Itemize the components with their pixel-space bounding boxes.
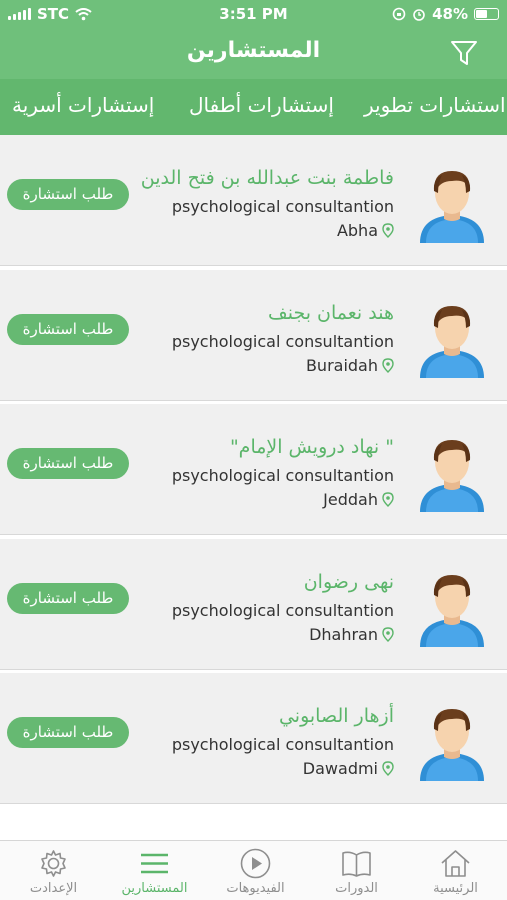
consultant-specialty: psychological consultantion xyxy=(171,735,394,754)
tabbar-consultants[interactable]: المستشارين xyxy=(104,841,205,900)
tab-child-consultations[interactable]: إستشارات أطفال xyxy=(189,93,334,117)
consultant-location: Dawadmi xyxy=(303,759,394,778)
consultant-location: Abha xyxy=(337,221,394,240)
battery-label: 48% xyxy=(432,5,468,23)
tab-family-consultations[interactable]: إستشارات أسرية xyxy=(12,93,154,117)
tabbar-courses-label: الدورات xyxy=(335,881,378,896)
consultant-name: هند نعمان بجنف xyxy=(268,301,394,324)
consultant-card[interactable]: فاطمة بنت عبدالله بن فتح الدين psycholog… xyxy=(0,135,507,266)
battery-icon xyxy=(474,8,499,20)
consultant-card[interactable]: أزهار الصابوني psychological consultanti… xyxy=(0,673,507,804)
avatar-icon xyxy=(420,574,484,647)
city-label: Jeddah xyxy=(323,490,378,509)
city-label: Buraidah xyxy=(305,355,378,375)
avatar-icon xyxy=(420,171,484,243)
tab-development-consultations[interactable]: استشارات تطوير xyxy=(364,93,506,117)
rotation-lock-icon xyxy=(392,7,406,21)
bottom-tab-bar: الإعدادت المستشارين الفيديوهات الدورات ا… xyxy=(0,840,507,900)
header: STC 3:51 PM 48% المستشارين xyxy=(0,0,507,79)
home-icon xyxy=(441,850,470,877)
avatar-icon xyxy=(420,305,484,378)
tabbar-consultants-label: المستشارين xyxy=(121,881,188,896)
consultant-name: أزهار الصابوني xyxy=(278,705,394,727)
category-tabs: إستشارات أسرية إستشارات أطفال استشارات ت… xyxy=(0,79,507,135)
tabbar-courses[interactable]: الدورات xyxy=(306,841,407,900)
tabbar-settings[interactable]: الإعدادت xyxy=(3,841,104,900)
location-pin-icon xyxy=(382,223,394,238)
tabbar-home[interactable]: الرئيسية xyxy=(405,841,506,900)
location-pin-icon xyxy=(382,357,394,373)
filter-icon[interactable] xyxy=(449,38,479,68)
consultant-card[interactable]: " نهاد درويش الإمام" psychological consu… xyxy=(0,404,507,535)
consultant-specialty: psychological consultantion xyxy=(171,466,394,485)
tabbar-home-label: الرئيسية xyxy=(433,881,478,896)
request-consultation-button[interactable]: طلب استشارة xyxy=(7,448,129,479)
consultant-location: Buraidah xyxy=(306,356,394,375)
consultant-specialty: psychological consultantion xyxy=(171,600,394,620)
consultant-location: Dhahran xyxy=(309,625,394,644)
city-label: Dhahran xyxy=(309,624,378,644)
tabbar-settings-label: الإعدادت xyxy=(29,881,78,896)
consultant-list: فاطمة بنت عبدالله بن فتح الدين psycholog… xyxy=(0,135,507,805)
consultant-specialty: psychological consultantion xyxy=(171,197,394,216)
consultant-location: Jeddah xyxy=(323,490,394,509)
location-pin-icon xyxy=(382,626,394,642)
consultant-name: " نهاد درويش الإمام" xyxy=(229,436,394,458)
consultant-name: فاطمة بنت عبدالله بن فتح الدين xyxy=(140,167,394,189)
request-consultation-button[interactable]: طلب استشارة xyxy=(7,582,129,614)
consultant-card[interactable]: نهى رضوان psychological consultantion Dh… xyxy=(0,538,507,670)
city-label: Abha xyxy=(336,221,378,240)
location-pin-icon xyxy=(382,492,394,507)
page-title: المستشارين xyxy=(186,38,321,63)
request-consultation-button[interactable]: طلب استشارة xyxy=(7,179,129,210)
list-icon xyxy=(141,853,168,874)
avatar-icon xyxy=(420,709,484,781)
location-pin-icon xyxy=(382,761,394,776)
settings-icon xyxy=(41,850,66,877)
consultant-card[interactable]: هند نعمان بجنف psychological consultanti… xyxy=(0,269,507,401)
consultant-specialty: psychological consultantion xyxy=(171,331,394,351)
avatar-icon xyxy=(420,440,484,512)
alarm-icon xyxy=(413,9,425,21)
request-consultation-button[interactable]: طلب استشارة xyxy=(7,717,129,748)
tabbar-videos[interactable]: الفيديوهات xyxy=(205,841,306,900)
status-bar: STC 3:51 PM 48% xyxy=(0,0,507,28)
play-icon xyxy=(240,848,271,879)
city-label: Dawadmi xyxy=(302,759,378,778)
book-icon xyxy=(342,851,371,877)
status-right: 48% xyxy=(392,5,499,23)
tabbar-videos-label: الفيديوهات xyxy=(226,881,285,896)
request-consultation-button[interactable]: طلب استشارة xyxy=(7,313,129,345)
consultant-name: نهى رضوان xyxy=(303,570,394,593)
